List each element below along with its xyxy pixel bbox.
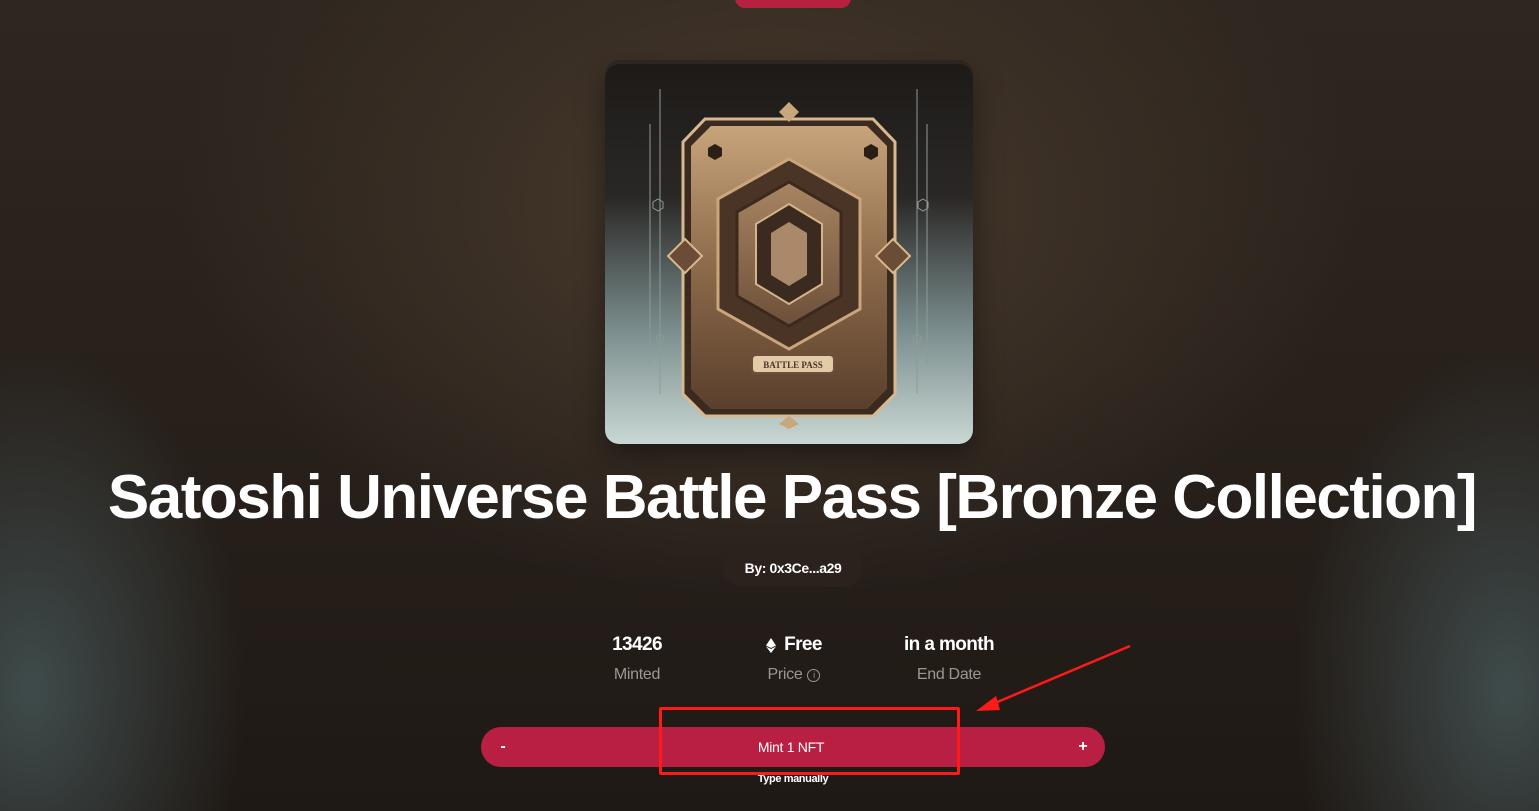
annotation-arrow-icon	[976, 644, 1131, 711]
info-icon[interactable]: i	[807, 668, 821, 682]
mint-control: - Mint 1 NFT +	[481, 727, 1105, 767]
nft-image: BATTLE PASS	[605, 64, 973, 444]
creator-badge[interactable]: By: 0x3Ce...a29	[723, 549, 863, 587]
stat-price: Free Price i	[714, 634, 874, 684]
stat-minted: 13426 Minted	[557, 634, 717, 684]
price-label: Price	[767, 666, 803, 683]
increase-quantity-button[interactable]: +	[1063, 727, 1103, 767]
decrease-quantity-button[interactable]: -	[483, 727, 523, 767]
top-button[interactable]	[735, 0, 851, 8]
type-manually-link[interactable]: Type manually	[693, 773, 893, 785]
minted-label: Minted	[613, 666, 661, 683]
page-title: Satoshi Universe Battle Pass [Bronze Col…	[107, 463, 1478, 532]
price-label-row: Price i	[714, 666, 874, 684]
battle-pass-artwork: BATTLE PASS	[649, 89, 929, 429]
price-value-row: Free	[714, 634, 874, 656]
minted-value: 13426	[612, 634, 662, 655]
battle-pass-plate-label: BATTLE PASS	[763, 360, 822, 370]
price-value: Free	[784, 634, 822, 655]
ethereum-icon	[766, 637, 777, 653]
mint-button[interactable]: Mint 1 NFT	[691, 727, 891, 767]
